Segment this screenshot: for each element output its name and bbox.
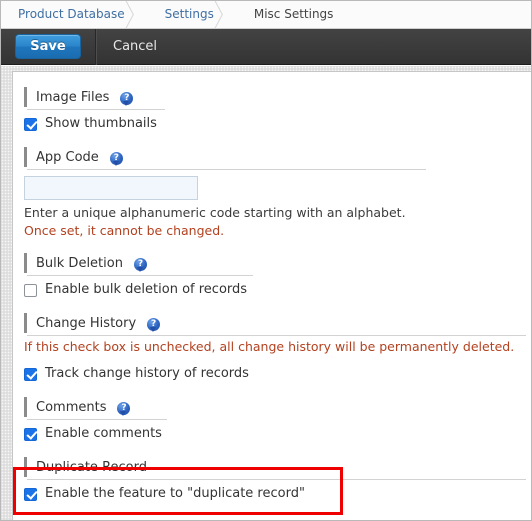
- section-header-app-code: App Code ?: [24, 146, 531, 170]
- breadcrumb-separator-icon: [131, 1, 148, 28]
- section-title-bulk-deletion: Bulk Deletion: [36, 256, 123, 271]
- section-header-comments: Comments ?: [24, 396, 531, 420]
- section-header-duplicate-record: Duplicate Record: [24, 456, 531, 480]
- save-button[interactable]: Save: [15, 34, 81, 59]
- section-header-change-history: Change History ?: [24, 312, 531, 336]
- checkbox-enable-duplicate-record[interactable]: [24, 487, 37, 501]
- change-history-warning-text: If this check box is unchecked, all chan…: [24, 339, 515, 354]
- checkbox-row-duplicate-record[interactable]: Enable the feature to "duplicate record": [24, 483, 531, 505]
- checkbox-label-duplicate-record: Enable the feature to "duplicate record": [45, 486, 305, 501]
- settings-form-panel: Image Files ? Show thumbnails App Code ?: [12, 71, 531, 520]
- toolbar-divider: [95, 28, 97, 65]
- checkbox-row-track-change-history[interactable]: Track change history of records: [24, 363, 531, 385]
- app-code-help-text: Enter a unique alphanumeric code startin…: [24, 205, 406, 220]
- breadcrumb-item-product-database[interactable]: Product Database: [1, 1, 131, 28]
- checkbox-track-change-history[interactable]: [24, 367, 37, 381]
- help-question-icon[interactable]: ?: [133, 257, 147, 272]
- checkbox-row-bulk-deletion[interactable]: Enable bulk deletion of records: [24, 279, 531, 301]
- section-header-image-files: Image Files ?: [24, 86, 531, 110]
- app-code-warning-text: Once set, it cannot be changed.: [24, 223, 225, 238]
- checkbox-row-show-thumbnails[interactable]: Show thumbnails: [24, 113, 531, 135]
- action-toolbar: Save Cancel: [1, 28, 531, 65]
- checkbox-show-thumbnails[interactable]: [24, 117, 37, 131]
- section-header-bulk-deletion: Bulk Deletion ?: [24, 252, 531, 276]
- help-question-icon[interactable]: ?: [147, 317, 161, 332]
- checkbox-enable-comments[interactable]: [24, 427, 37, 441]
- checkbox-label-bulk-deletion: Enable bulk deletion of records: [45, 282, 248, 297]
- section-title-duplicate-record: Duplicate Record: [36, 460, 147, 475]
- section-title-app-code: App Code: [36, 150, 99, 165]
- breadcrumb-item-misc-settings: Misc Settings: [253, 7, 334, 21]
- checkbox-row-enable-comments[interactable]: Enable comments: [24, 423, 531, 445]
- breadcrumb: Product Database Settings Misc Settings: [1, 1, 531, 29]
- help-question-icon[interactable]: ?: [117, 401, 131, 416]
- section-title-change-history: Change History: [36, 316, 137, 331]
- checkbox-label-show-thumbnails: Show thumbnails: [45, 116, 157, 131]
- checkbox-label-enable-comments: Enable comments: [45, 426, 162, 441]
- checkbox-label-track-change-history: Track change history of records: [45, 366, 249, 381]
- help-question-icon[interactable]: ?: [109, 151, 123, 166]
- breadcrumb-separator-icon: [220, 1, 237, 28]
- section-title-image-files: Image Files: [36, 90, 110, 105]
- cancel-button[interactable]: Cancel: [113, 39, 157, 55]
- section-title-comments: Comments: [36, 400, 107, 415]
- app-code-input[interactable]: [24, 176, 198, 200]
- breadcrumb-item-settings[interactable]: Settings: [148, 1, 220, 28]
- checkbox-enable-bulk-deletion[interactable]: [24, 283, 37, 297]
- settings-page: Product Database Settings Misc Settings …: [0, 0, 532, 521]
- help-question-icon[interactable]: ?: [120, 91, 134, 106]
